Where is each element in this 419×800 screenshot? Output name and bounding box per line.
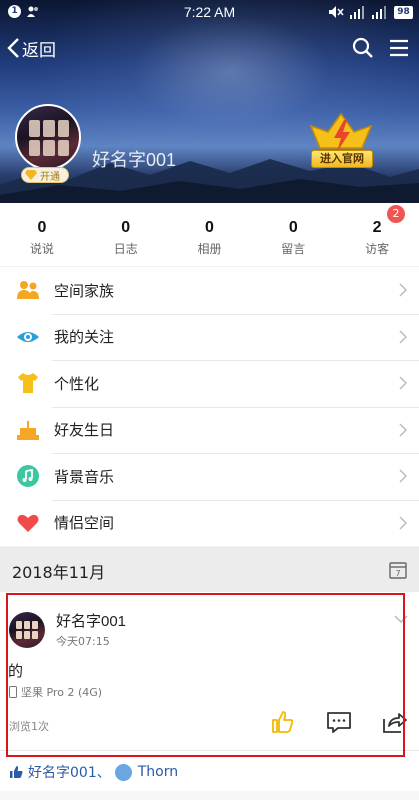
stat-value: 0	[37, 219, 47, 236]
post-content: 的	[8, 662, 24, 680]
stat-visitors[interactable]: 2 访客	[335, 203, 419, 266]
post-time: 今天07:15	[56, 635, 110, 648]
official-site-label[interactable]: 进入官网	[311, 150, 373, 168]
stat-value: 0	[288, 219, 298, 236]
post-author[interactable]: 好名字001	[56, 610, 126, 631]
comment-icon[interactable]	[326, 709, 352, 735]
post-divider	[0, 750, 419, 751]
vip-open-badge[interactable]: 开通	[21, 167, 69, 183]
stat-label: 相册	[197, 242, 222, 256]
search-icon[interactable]	[351, 36, 375, 60]
menu-item-friend-birthday[interactable]: 好友生日	[0, 406, 419, 454]
chevron-right-icon	[399, 329, 407, 344]
music-icon	[17, 465, 39, 488]
stat-value: 0	[121, 219, 131, 236]
status-right: 98	[328, 4, 413, 20]
tshirt-icon	[18, 373, 38, 394]
chevron-right-icon	[399, 376, 407, 390]
menu-item-space-family[interactable]: 空间家族	[0, 267, 419, 314]
stat-label: 日志	[113, 242, 138, 256]
liker-name[interactable]: 好名字001	[28, 762, 97, 782]
next-item-edge	[0, 791, 419, 800]
post-device: 坚果 Pro 2 (4G)	[9, 684, 102, 700]
stat-label: 说说	[29, 242, 54, 256]
visitor-badge: 2	[387, 205, 405, 223]
post-avatar[interactable]	[9, 612, 45, 648]
menu-item-background-music[interactable]: 背景音乐	[0, 453, 419, 500]
share-icon[interactable]	[381, 709, 407, 735]
liker-avatar[interactable]	[114, 763, 132, 781]
likes-row: 好名字001 、 Thorn	[9, 762, 178, 782]
feed-post: 好名字001 今天07:15 的 坚果 Pro 2 (4G) 浏览1次 好名字0…	[0, 592, 419, 800]
signal-icon	[350, 5, 364, 19]
vip-label: 开通	[40, 171, 60, 183]
phone-icon	[9, 686, 17, 698]
like-icon[interactable]	[270, 709, 296, 735]
eye-icon	[17, 331, 39, 342]
avatar[interactable]	[15, 104, 81, 170]
diamond-icon	[25, 170, 37, 180]
chevron-right-icon	[399, 469, 407, 483]
date-header-label: 2018年11月	[12, 563, 106, 582]
family-icon	[17, 281, 39, 300]
chevron-right-icon	[399, 283, 407, 297]
stat-label: 留言	[281, 242, 306, 256]
menu-item-label: 个性化	[54, 374, 100, 393]
nav-bar: 返回	[0, 30, 419, 66]
menu-item-following[interactable]: 我的关注	[0, 313, 419, 361]
back-label: 返回	[22, 40, 56, 60]
back-button[interactable]: 返回	[6, 34, 56, 62]
date-section-header: 2018年11月 7	[0, 547, 419, 592]
mute-icon	[329, 6, 344, 18]
menu-item-label: 空间家族	[54, 281, 115, 300]
stat-label: 访客	[365, 242, 390, 256]
status-bar: 1 7:22 AM 98	[0, 0, 419, 24]
chevron-right-icon	[399, 422, 407, 437]
signal-icon-2	[372, 5, 386, 19]
cake-icon	[17, 420, 39, 440]
chevron-left-icon	[7, 38, 19, 58]
chevron-down-icon[interactable]	[394, 614, 408, 624]
calendar-day: 7	[395, 569, 400, 578]
battery-indicator: 98	[394, 5, 413, 19]
liker-separator: 、	[96, 765, 111, 781]
post-view-count: 浏览1次	[9, 720, 49, 733]
stats-bar: 0 说说 0 日志 0 相册 0 留言 2 访客	[0, 203, 419, 266]
thumbs-up-icon	[10, 766, 23, 778]
stat-value: 0	[205, 219, 214, 236]
menu-item-label: 我的关注	[54, 328, 115, 347]
profile-username: 好名字001	[92, 150, 177, 170]
menu-item-label: 情侣空间	[54, 514, 115, 533]
stat-blog[interactable]: 0 日志	[84, 203, 168, 266]
chevron-right-icon	[399, 515, 407, 530]
stat-messages[interactable]: 0 留言	[251, 203, 335, 266]
menu-item-couple-space[interactable]: 情侣空间	[0, 499, 419, 547]
stat-shuoshuo[interactable]: 0 说说	[0, 203, 84, 266]
stat-album[interactable]: 0 相册	[168, 203, 252, 266]
menu-item-label: 背景音乐	[54, 467, 115, 486]
liker-name-2[interactable]: Thorn	[138, 764, 178, 780]
menu-item-label: 好友生日	[54, 421, 115, 440]
feature-menu: 空间家族 我的关注 个性化 好友生日 背景音乐 情侣空间	[0, 267, 419, 546]
avatar-image	[29, 120, 69, 156]
heart-icon	[17, 514, 39, 532]
stat-value: 2	[372, 219, 382, 236]
device-label: 坚果 Pro 2 (4G)	[21, 686, 103, 699]
menu-item-personalize[interactable]: 个性化	[0, 360, 419, 407]
calendar-icon[interactable]: 7	[389, 561, 407, 579]
menu-icon[interactable]	[387, 36, 411, 60]
